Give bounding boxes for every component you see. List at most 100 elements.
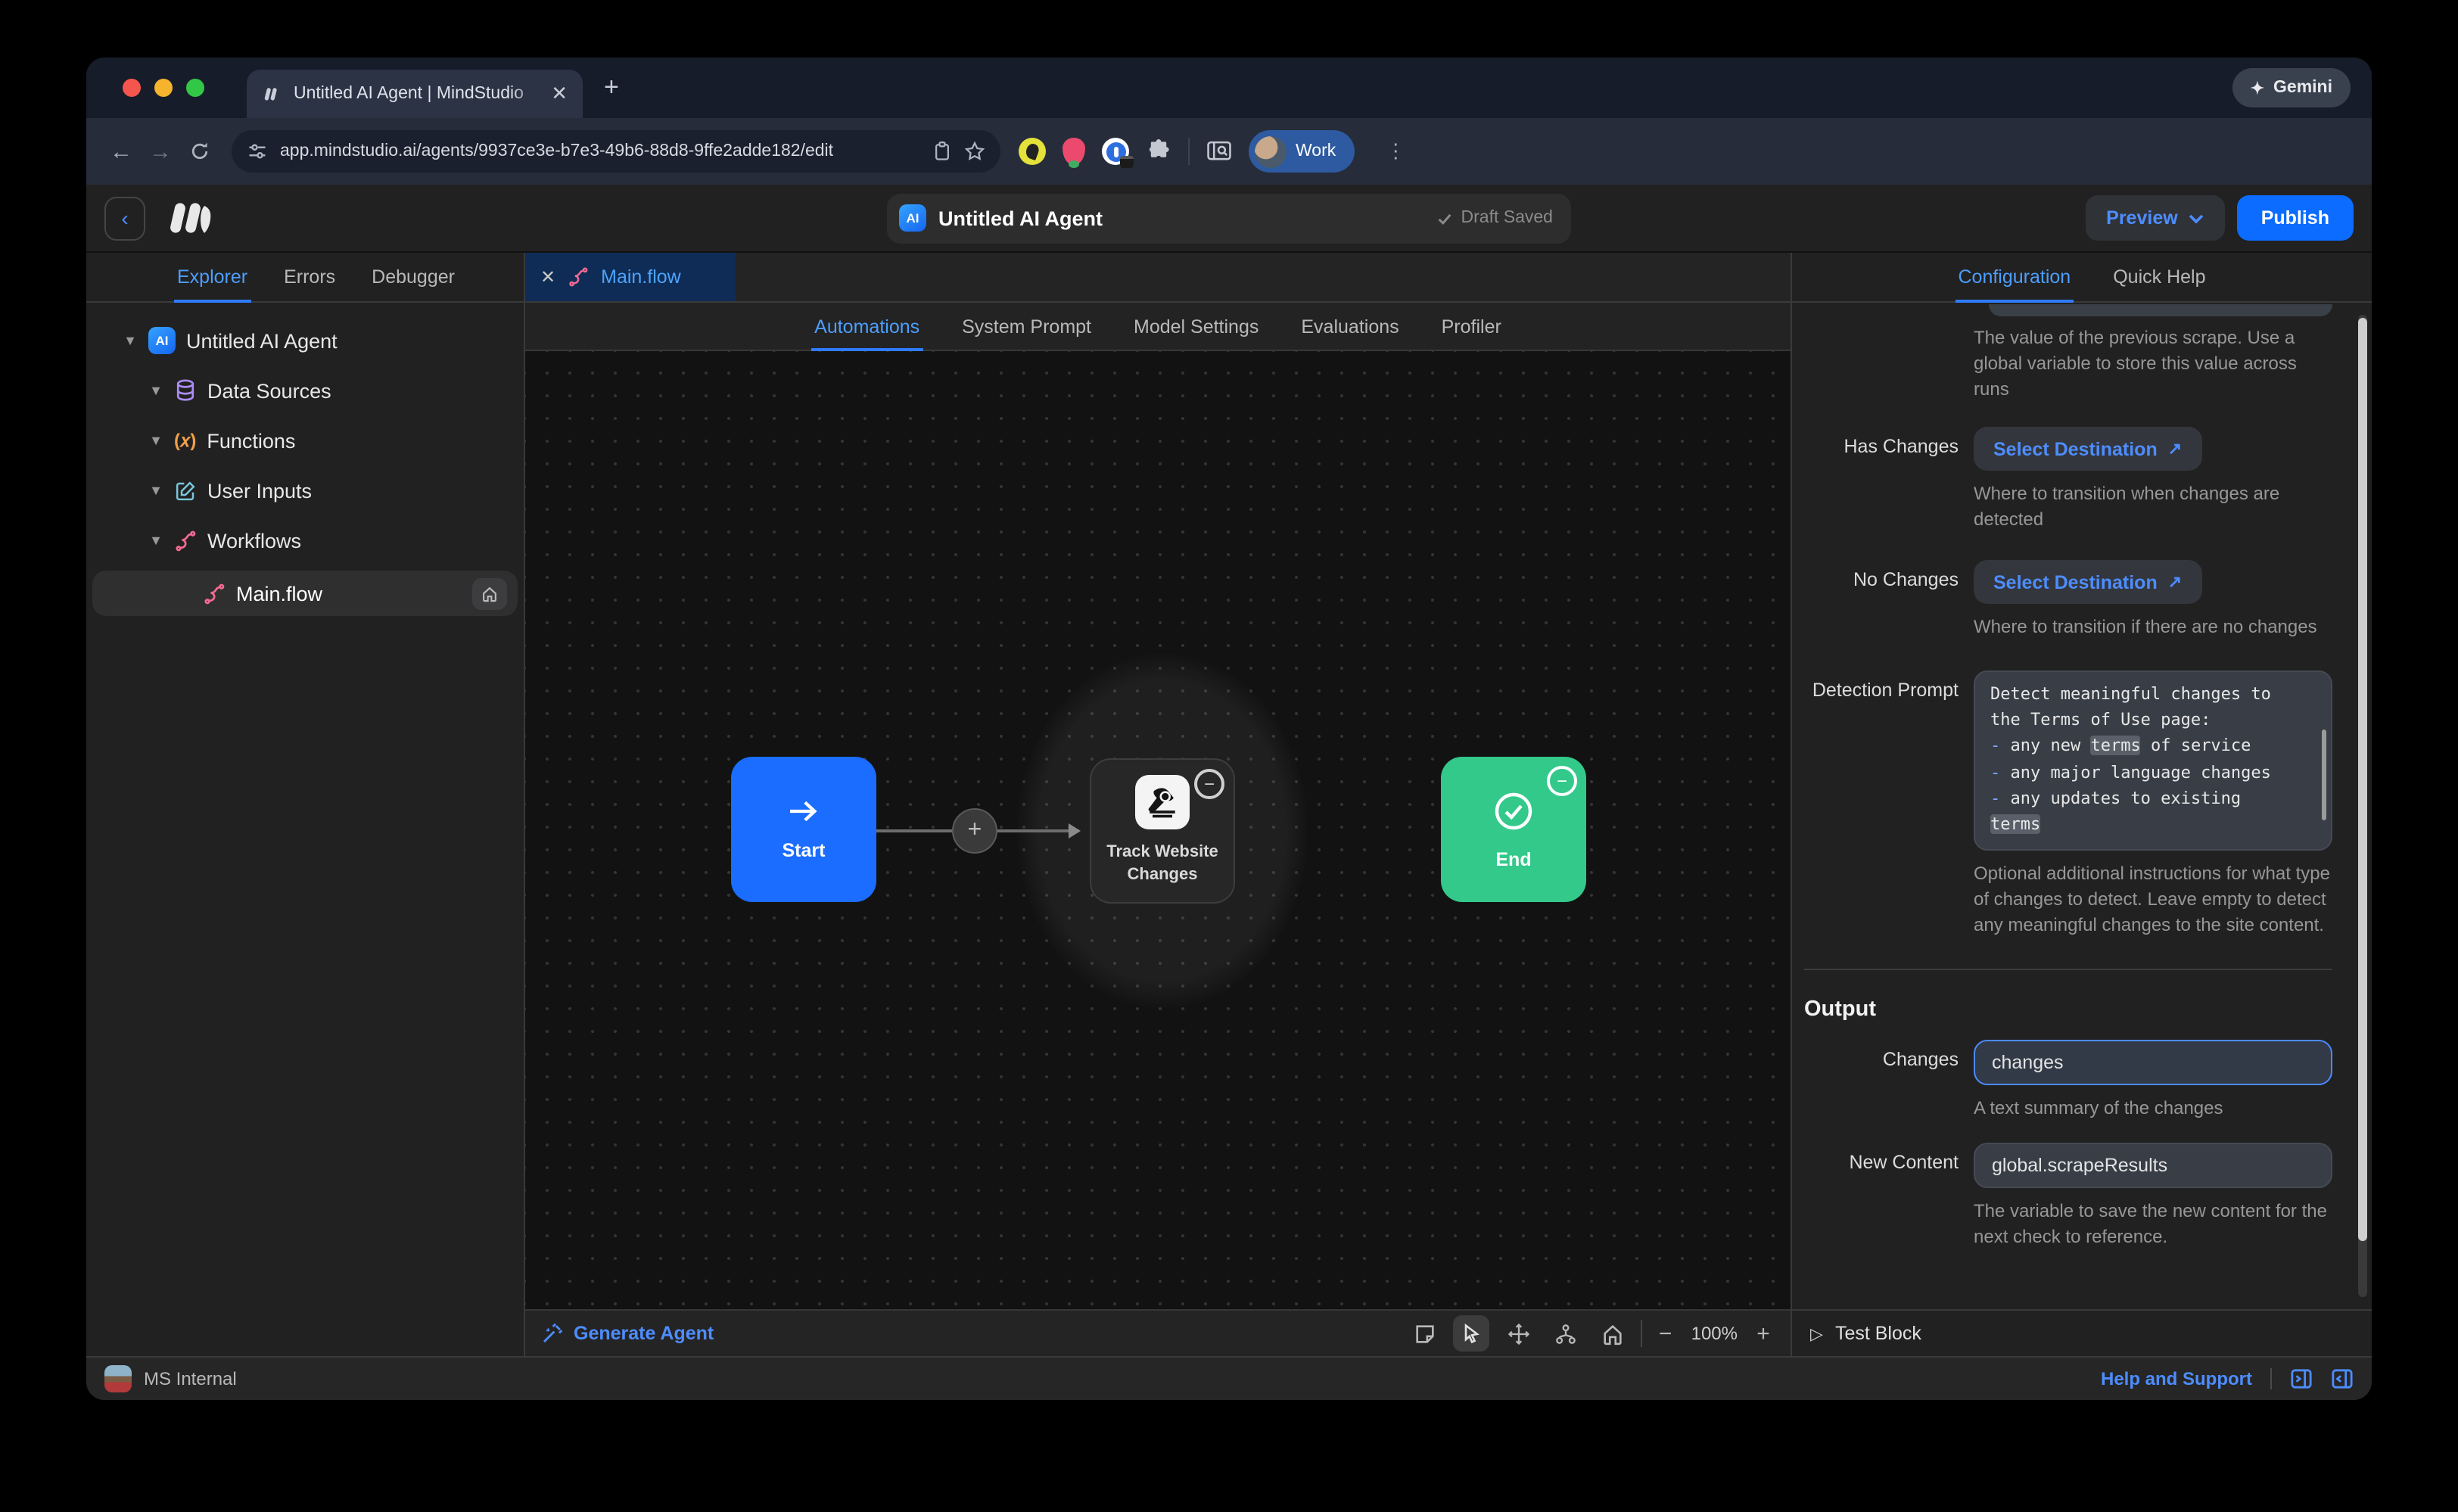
generate-agent-button[interactable]: Generate Agent	[540, 1322, 714, 1345]
workflow-icon	[568, 266, 589, 288]
panel-scrollbar[interactable]	[2358, 315, 2367, 1297]
tools-divider	[1641, 1320, 1643, 1347]
address-bar[interactable]: app.mindstudio.ai/agents/9937ce3e-b7e3-4…	[232, 130, 1000, 173]
changes-input[interactable]: changes	[1974, 1040, 2332, 1085]
tab-explorer[interactable]: Explorer	[174, 253, 250, 301]
new-content-input[interactable]: global.scrapeResults	[1974, 1143, 2332, 1188]
detection-prompt-help: Optional additional instructions for wha…	[1974, 861, 2332, 938]
forward-icon[interactable]: →	[141, 138, 180, 164]
tab-system-prompt[interactable]: System Prompt	[959, 303, 1094, 350]
tree-item-label: User Inputs	[207, 479, 312, 502]
chevron-down-icon[interactable]: ▼	[148, 533, 163, 548]
play-icon: ▷	[1810, 1324, 1823, 1343]
app-back-button[interactable]: ‹	[104, 196, 145, 240]
node-label: Track Website Changes	[1100, 842, 1224, 887]
fit-view-home-button[interactable]	[1595, 1315, 1631, 1352]
workflow-editor: ✕ Main.flow Automations System Prompt Mo…	[525, 253, 1791, 1356]
chevron-down-icon[interactable]: ▼	[148, 433, 163, 448]
preview-button[interactable]: Preview	[2085, 195, 2225, 241]
extension-icon-strawberry[interactable]	[1063, 138, 1085, 165]
extension-icon-yellow[interactable]	[1019, 138, 1046, 165]
browser-tab[interactable]: Untitled AI Agent | MindStudio ✕	[247, 70, 583, 118]
tab-configuration[interactable]: Configuration	[1956, 253, 2074, 301]
ai-badge-icon: AI	[899, 204, 926, 232]
close-window-button[interactable]	[123, 79, 141, 97]
tab-automations[interactable]: Automations	[811, 303, 923, 350]
section-divider	[1804, 969, 2332, 970]
has-changes-label: Has Changes	[1792, 427, 1974, 533]
gemini-label: Gemini	[2273, 79, 2332, 97]
file-tab-bar: ✕ Main.flow	[525, 253, 1791, 303]
tab-quick-help[interactable]: Quick Help	[2110, 253, 2208, 301]
remove-node-icon[interactable]: −	[1547, 766, 1577, 796]
toggle-right-panel-icon[interactable]	[2290, 1368, 2313, 1389]
browser-menu-icon[interactable]: ⋮	[1386, 139, 1405, 163]
chevron-down-icon[interactable]: ▼	[148, 483, 163, 498]
tab-profiler[interactable]: Profiler	[1439, 303, 1504, 350]
tree-item-main-flow-selected[interactable]: Main.flow	[92, 571, 518, 616]
toggle-left-panel-icon[interactable]	[2331, 1368, 2354, 1389]
help-and-support-link[interactable]: Help and Support	[2101, 1368, 2252, 1389]
publish-button[interactable]: Publish	[2237, 195, 2354, 241]
gemini-button[interactable]: ✦ Gemini	[2232, 68, 2351, 107]
minimize-window-button[interactable]	[154, 79, 173, 97]
previous-scrape-help: The value of the previous scrape. Use a …	[1974, 325, 2332, 403]
tab-model-settings[interactable]: Model Settings	[1131, 303, 1262, 350]
previous-content-input-clipped[interactable]	[1989, 304, 2332, 316]
auto-layout-button[interactable]	[1548, 1315, 1584, 1352]
back-icon[interactable]: ←	[101, 138, 141, 164]
new-tab-button[interactable]: +	[604, 73, 619, 103]
tab-evaluations[interactable]: Evaluations	[1298, 303, 1402, 350]
chevron-down-icon[interactable]: ▼	[148, 383, 163, 398]
extension-icons: Work ⋮	[1019, 130, 1405, 173]
flow-canvas[interactable]: + Start −	[525, 351, 1791, 1309]
canvas-tab-bar: Automations System Prompt Model Settings…	[525, 303, 1791, 351]
tree-item-workflows[interactable]: ▼ Workflows	[86, 521, 524, 560]
track-website-changes-node[interactable]: − Track Website Changes	[1090, 758, 1235, 904]
tree-item-user-inputs[interactable]: ▼ User Inputs	[86, 471, 524, 510]
extensions-puzzle-icon[interactable]	[1146, 138, 1171, 164]
tab-errors[interactable]: Errors	[281, 253, 338, 301]
test-block-button[interactable]: ▷ Test Block	[1792, 1309, 2372, 1356]
tree-item-label: Untitled AI Agent	[186, 329, 338, 352]
close-file-tab-icon[interactable]: ✕	[540, 266, 555, 288]
end-node[interactable]: − End	[1441, 757, 1586, 902]
tab-close-icon[interactable]: ✕	[548, 82, 571, 106]
zoom-out-button[interactable]: −	[1654, 1321, 1678, 1346]
tab-title: Untitled AI Agent | MindStudio	[294, 85, 548, 103]
tree-item-agent-root[interactable]: ▼ AI Untitled AI Agent	[86, 321, 524, 360]
reload-icon[interactable]	[180, 141, 219, 162]
maximize-window-button[interactable]	[186, 79, 204, 97]
window-controls[interactable]	[123, 79, 204, 97]
bookmark-star-icon[interactable]	[964, 141, 985, 162]
tree-item-functions[interactable]: ▼ (𝑥) Functions	[86, 421, 524, 460]
agent-title-pill[interactable]: AI Untitled AI Agent Draft Saved	[887, 193, 1571, 243]
detection-prompt-textarea[interactable]: Detect meaningful changes tothe Terms of…	[1974, 670, 2332, 851]
add-block-button[interactable]: +	[952, 808, 997, 854]
changes-label: Changes	[1792, 1040, 1974, 1122]
no-changes-select-destination-button[interactable]: Select Destination ↗	[1974, 560, 2201, 604]
extension-icon-1password[interactable]	[1102, 138, 1129, 165]
textarea-scrollbar[interactable]	[2322, 729, 2326, 821]
remove-node-icon[interactable]: −	[1194, 769, 1224, 799]
chevron-down-icon[interactable]: ▼	[123, 333, 138, 348]
tree-item-data-sources[interactable]: ▼ Data Sources	[86, 371, 524, 410]
tab-debugger[interactable]: Debugger	[369, 253, 458, 301]
site-settings-icon[interactable]	[247, 141, 268, 162]
ai-badge-icon: AI	[148, 327, 176, 354]
status-bar: MS Internal Help and Support	[86, 1356, 2372, 1400]
home-flow-button[interactable]	[472, 577, 507, 609]
has-changes-select-destination-button[interactable]: Select Destination ↗	[1974, 427, 2201, 471]
file-tab-main-flow[interactable]: ✕ Main.flow	[525, 253, 736, 301]
start-node[interactable]: Start	[731, 757, 876, 902]
pan-tool-button[interactable]	[1501, 1315, 1537, 1352]
canvas-footer: Generate Agent	[525, 1309, 1791, 1356]
profile-button[interactable]: Work	[1249, 130, 1354, 173]
select-tool-button[interactable]	[1454, 1315, 1490, 1352]
node-label: Start	[783, 839, 826, 862]
notes-tool-button[interactable]	[1407, 1315, 1443, 1352]
workspace-name: MS Internal	[144, 1368, 237, 1389]
side-search-icon[interactable]	[1206, 139, 1232, 163]
copy-link-icon[interactable]	[932, 141, 952, 162]
zoom-in-button[interactable]: +	[1751, 1321, 1775, 1346]
